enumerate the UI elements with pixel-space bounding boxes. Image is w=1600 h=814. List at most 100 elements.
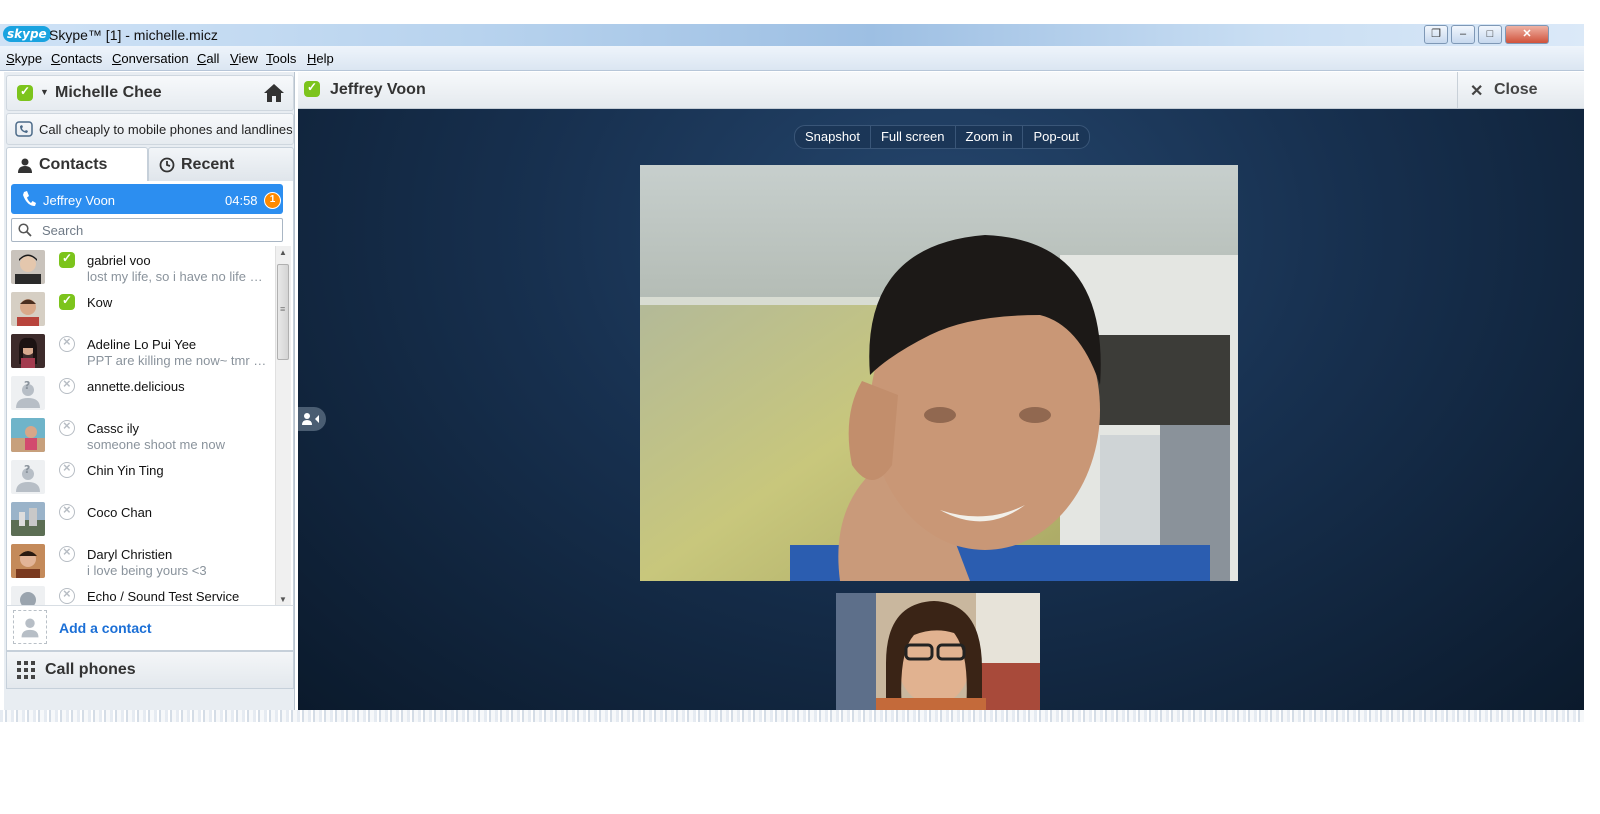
- avatar: [11, 418, 45, 452]
- avatar: [11, 292, 45, 326]
- notification-badge: 1: [264, 192, 281, 209]
- profile-bar[interactable]: ▼ Michelle Chee: [6, 75, 294, 111]
- remote-video-feed: [640, 165, 1238, 581]
- home-icon[interactable]: [263, 82, 285, 104]
- list-item[interactable]: Kow: [7, 288, 273, 330]
- add-contact-icon: [13, 610, 47, 644]
- grip-icon: ≡: [280, 304, 286, 314]
- contact-name: Adeline Lo Pui Yee: [87, 337, 197, 352]
- contacts-toggle-icon: [302, 413, 319, 425]
- list-item[interactable]: gabriel voo lost my life, so i have no l…: [7, 246, 273, 288]
- offline-status-icon: [59, 586, 75, 604]
- close-button[interactable]: ✕ Close: [1457, 72, 1584, 108]
- promo-text: Call cheaply to mobile phones and landli…: [39, 122, 293, 137]
- minimize-icon[interactable]: –: [1451, 25, 1475, 44]
- search-box[interactable]: [11, 218, 283, 242]
- contact-name: Coco Chan: [87, 505, 153, 520]
- offline-status-icon: [59, 418, 75, 436]
- offline-status-icon: [59, 544, 75, 562]
- window-title-bar: skype Skype™ [1] - michelle.micz ❐ – □ ✕: [0, 24, 1584, 46]
- window-title: Skype™ [1] - michelle.micz: [49, 27, 218, 43]
- search-icon: [18, 223, 32, 237]
- online-status-icon: [59, 293, 75, 310]
- sidebar: ▼ Michelle Chee Call cheaply to mobile p…: [4, 72, 295, 710]
- offline-status-icon: [59, 460, 75, 478]
- contact-name: Chin Yin Ting: [87, 463, 164, 478]
- list-item[interactable]: Coco Chan: [7, 498, 273, 540]
- offline-status-icon: [59, 376, 75, 394]
- video-toolbar: Snapshot Full screen Zoom in Pop-out: [794, 125, 1091, 149]
- video-call-area: Snapshot Full screen Zoom in Pop-out: [298, 109, 1584, 710]
- phone-icon: [15, 121, 33, 137]
- conversation-header: Jeffrey Voon ✕ Close: [298, 72, 1584, 109]
- contact-name: Cassc ily: [87, 421, 140, 436]
- list-item[interactable]: Cassc ily someone shoot me now: [7, 414, 273, 456]
- call-duration: 04:58: [225, 193, 258, 208]
- contact-mood: PPT are killing me now~ tmr EX...: [87, 353, 267, 368]
- scroll-up-icon[interactable]: ▲: [279, 248, 287, 257]
- avatar: [11, 250, 45, 284]
- menu-bar: Skype Contacts Conversation Call View To…: [0, 46, 1584, 71]
- restore-icon[interactable]: ❐: [1424, 25, 1448, 44]
- snapshot-button[interactable]: Snapshot: [795, 126, 871, 148]
- avatar: [11, 502, 45, 536]
- search-input[interactable]: [42, 221, 274, 239]
- list-item[interactable]: Echo / Sound Test Service: [7, 582, 273, 606]
- pop-out-button[interactable]: Pop-out: [1023, 126, 1089, 148]
- close-icon[interactable]: ✕: [1505, 25, 1549, 44]
- menu-conversation[interactable]: Conversation: [112, 51, 189, 66]
- maximize-icon[interactable]: □: [1478, 25, 1502, 44]
- call-phones-label: Call phones: [45, 661, 136, 678]
- active-call-name: Jeffrey Voon: [43, 193, 116, 208]
- list-item[interactable]: Adeline Lo Pui Yee PPT are killing me no…: [7, 330, 273, 372]
- list-item[interactable]: ? annette.delicious: [7, 372, 273, 414]
- list-item[interactable]: ? Chin Yin Ting: [7, 456, 273, 498]
- profile-name[interactable]: Michelle Chee: [55, 84, 162, 102]
- default-avatar-icon: ?: [11, 460, 45, 494]
- skype-logo: skype: [3, 26, 51, 42]
- add-contact-button[interactable]: Add a contact: [6, 605, 294, 651]
- contact-name: Echo / Sound Test Service: [87, 589, 240, 604]
- tab-recent[interactable]: Recent: [148, 147, 294, 183]
- online-status-icon: [59, 251, 75, 268]
- menu-help[interactable]: Help: [307, 51, 334, 66]
- contact-name: Kow: [87, 295, 113, 310]
- full-screen-button[interactable]: Full screen: [871, 126, 956, 148]
- offline-status-icon: [59, 334, 75, 352]
- add-contact-label: Add a contact: [59, 620, 152, 636]
- zoom-in-button[interactable]: Zoom in: [956, 126, 1024, 148]
- menu-contacts[interactable]: Contacts: [51, 51, 102, 66]
- contact-mood: i love being yours <3: [87, 563, 207, 578]
- online-status-icon[interactable]: [17, 84, 33, 101]
- menu-call[interactable]: Call: [197, 51, 219, 66]
- clock-icon: [159, 157, 175, 173]
- contact-name: Daryl Christien: [87, 547, 173, 562]
- render-artifact-strip: [0, 710, 1584, 722]
- contact-list: gabriel voo lost my life, so i have no l…: [7, 246, 273, 606]
- list-item[interactable]: Daryl Christien i love being yours <3: [7, 540, 273, 582]
- toggle-sidebar-button[interactable]: [298, 407, 326, 431]
- chevron-down-icon[interactable]: ▼: [40, 87, 49, 97]
- tab-recent-label: Recent: [181, 156, 235, 173]
- contact-mood: someone shoot me now: [87, 437, 226, 452]
- echo-avatar: [11, 586, 45, 606]
- call-phones-button[interactable]: Call phones: [6, 651, 294, 689]
- active-call-item[interactable]: Jeffrey Voon 04:58 1: [11, 184, 283, 214]
- svg-text:?: ?: [24, 379, 30, 392]
- default-avatar-icon: ?: [11, 376, 45, 410]
- scroll-thumb[interactable]: ≡: [277, 264, 289, 360]
- dialpad-icon: [17, 661, 35, 679]
- sidebar-tabs: Contacts Recent: [6, 147, 294, 183]
- tab-contacts[interactable]: Contacts: [6, 147, 148, 182]
- menu-view[interactable]: View: [230, 51, 258, 66]
- contact-list-scrollbar[interactable]: ▲ ≡ ▼: [275, 246, 291, 606]
- contacts-panel: Jeffrey Voon 04:58 1 gabriel voo lost my…: [6, 181, 294, 651]
- promo-banner[interactable]: Call cheaply to mobile phones and landli…: [6, 113, 294, 145]
- self-video-preview: [836, 593, 1040, 710]
- menu-tools[interactable]: Tools: [266, 51, 296, 66]
- online-status-icon: [304, 80, 320, 97]
- contact-name: annette.delicious: [87, 379, 185, 394]
- menu-skype[interactable]: Skype: [6, 51, 42, 66]
- contact-name: gabriel voo: [87, 253, 151, 268]
- scroll-down-icon[interactable]: ▼: [279, 595, 287, 604]
